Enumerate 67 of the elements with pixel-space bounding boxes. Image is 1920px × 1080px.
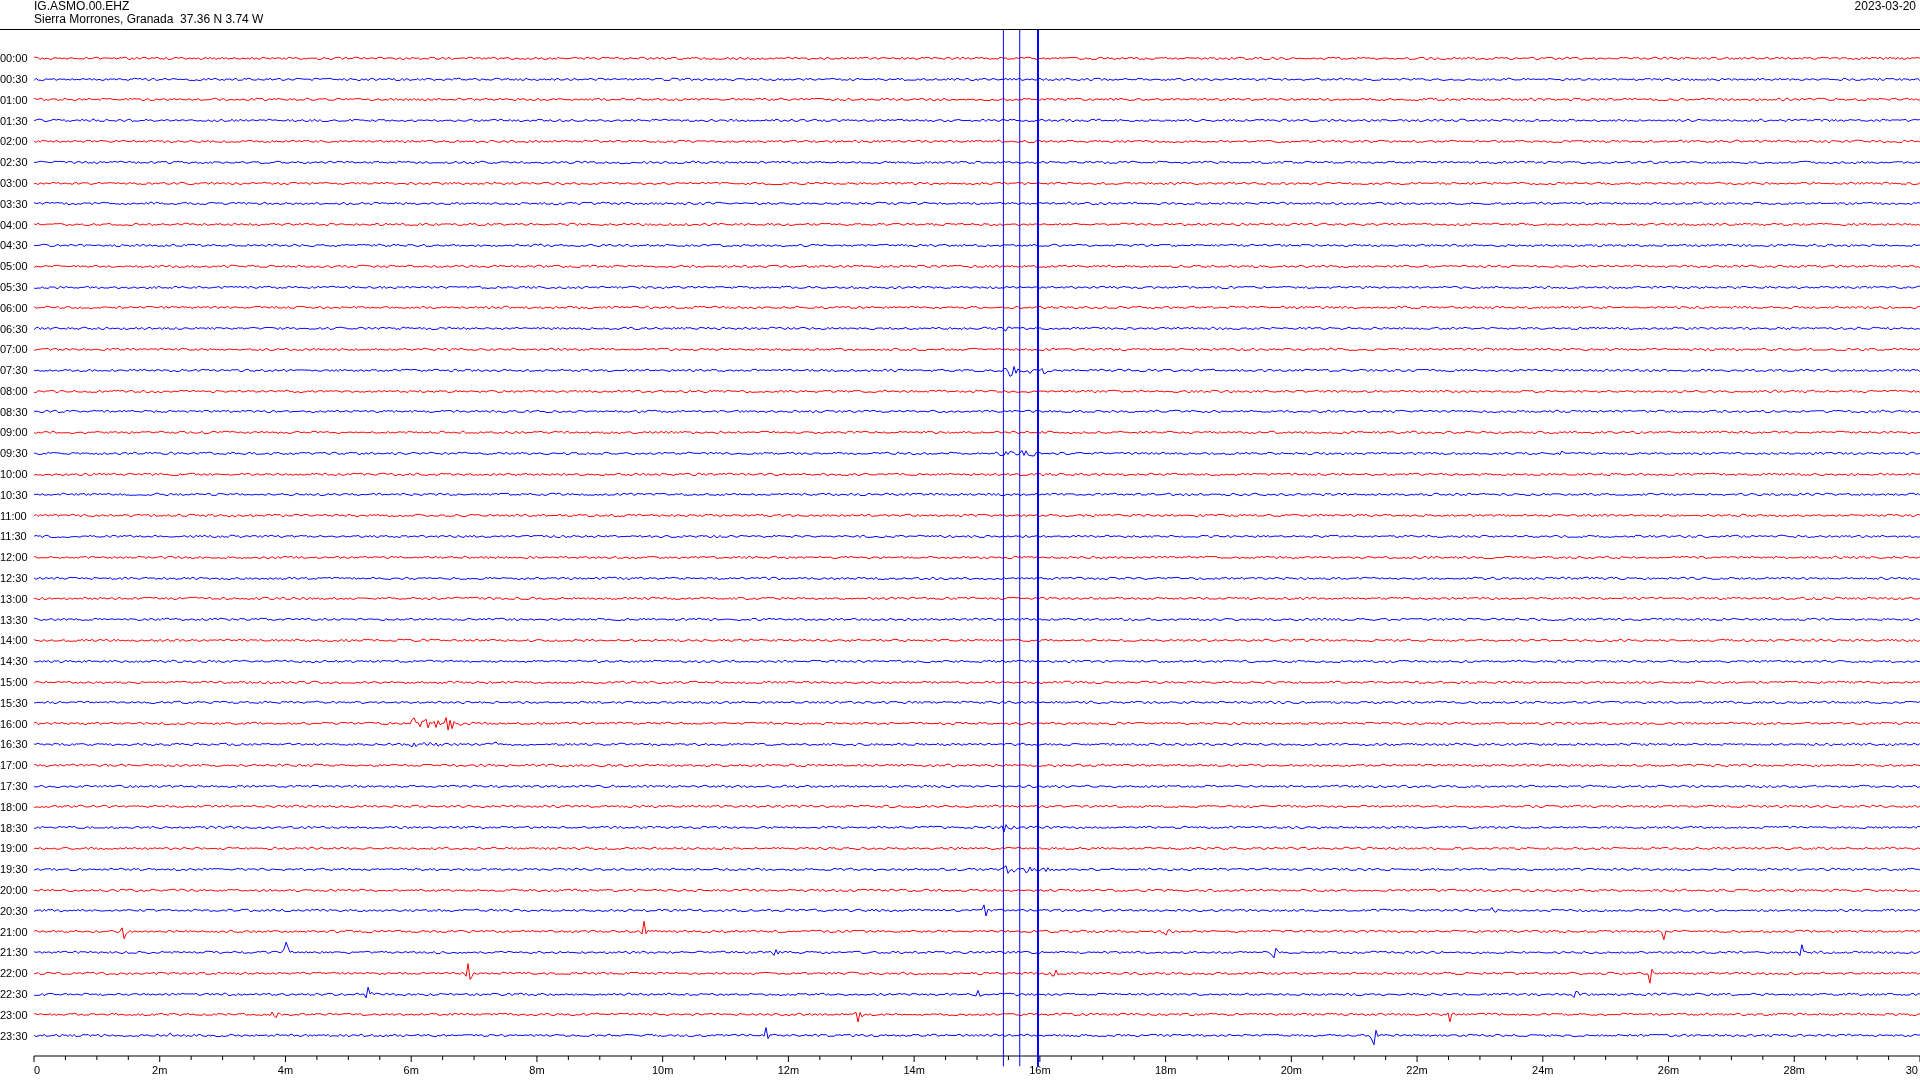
time-label: 23:00	[0, 1008, 29, 1021]
time-label: 05:30	[0, 280, 29, 293]
time-label: 14:30	[0, 655, 29, 668]
time-label: 01:30	[0, 114, 29, 127]
time-label: 06:30	[0, 322, 29, 335]
axis-tick-label: 14m	[903, 1064, 925, 1076]
axis-tick-label: 16m	[1029, 1064, 1051, 1076]
time-label: 02:00	[0, 135, 29, 148]
time-label: 01:00	[0, 93, 29, 106]
axis-tick-label: 20m	[1280, 1064, 1303, 1076]
time-label: 19:00	[0, 842, 29, 855]
axis-tick-label: 4m	[277, 1064, 294, 1076]
time-label: 12:30	[0, 572, 29, 585]
time-label: 03:30	[0, 197, 29, 210]
time-label: 20:30	[0, 904, 29, 917]
time-label: 11:00	[0, 509, 28, 522]
time-label: 14:00	[0, 634, 29, 647]
time-label: 11:30	[0, 530, 28, 543]
time-label: 07:30	[0, 364, 29, 377]
time-label: 23:30	[0, 1029, 29, 1042]
axis-tick-label: 30	[1905, 1064, 1918, 1076]
time-label: 15:00	[0, 676, 29, 689]
time-label: 16:30	[0, 738, 29, 751]
time-label: 13:30	[0, 613, 29, 626]
time-label: 22:30	[0, 988, 29, 1000]
axis-tick-label: 2m	[152, 1064, 168, 1076]
time-label: 20:00	[0, 884, 29, 896]
station-code: IG.ASMO.00.EHZ	[34, 0, 131, 13]
time-label: 08:00	[0, 384, 29, 397]
time-label: 10:00	[0, 468, 29, 481]
time-label: 06:00	[0, 301, 29, 314]
axis-tick-label: 24m	[1532, 1064, 1554, 1076]
station-location: Sierra Morrones, Granada 37.36 N 3.74 W	[34, 13, 264, 26]
axis-tick-label: 18m	[1154, 1064, 1177, 1076]
time-label: 15:30	[0, 696, 29, 709]
time-label: 05:00	[0, 260, 29, 273]
date-label: 2023-03-20	[1854, 0, 1916, 15]
time-label: 18:30	[0, 821, 29, 834]
time-label: 22:00	[0, 967, 29, 980]
time-label: 00:00	[0, 52, 29, 65]
axis-tick-label: 12m	[777, 1064, 800, 1076]
time-label: 16:00	[0, 717, 29, 730]
time-label: 04:00	[0, 218, 29, 231]
time-label: 02:30	[0, 156, 29, 169]
time-label: 07:00	[0, 343, 29, 356]
time-label: 19:30	[0, 863, 29, 876]
time-label: 10:30	[0, 488, 29, 501]
axis-tick-label: 8m	[529, 1064, 545, 1076]
time-label: 03:00	[0, 176, 29, 189]
time-label: 04:30	[0, 239, 29, 252]
axis-tick-label: 26m	[1657, 1064, 1680, 1076]
time-label: 08:30	[0, 405, 29, 418]
time-label: 17:00	[0, 759, 29, 772]
axis-tick-label: 10m	[651, 1064, 674, 1076]
axis-tick-label: 6m	[403, 1064, 419, 1076]
time-label: 00:30	[0, 72, 29, 85]
time-label: 13:00	[0, 592, 29, 605]
time-label: 18:00	[0, 800, 29, 813]
time-label: 09:30	[0, 447, 29, 460]
time-label: 09:00	[0, 426, 29, 439]
time-label: 17:30	[0, 780, 29, 793]
time-label: 21:30	[0, 946, 29, 959]
time-label: 12:00	[0, 551, 29, 564]
axis-tick-label: 0	[34, 1064, 41, 1076]
axis-tick-label: 22m	[1406, 1064, 1428, 1076]
time-label: 21:00	[0, 925, 29, 938]
axis-tick-label: 28m	[1783, 1064, 1805, 1076]
